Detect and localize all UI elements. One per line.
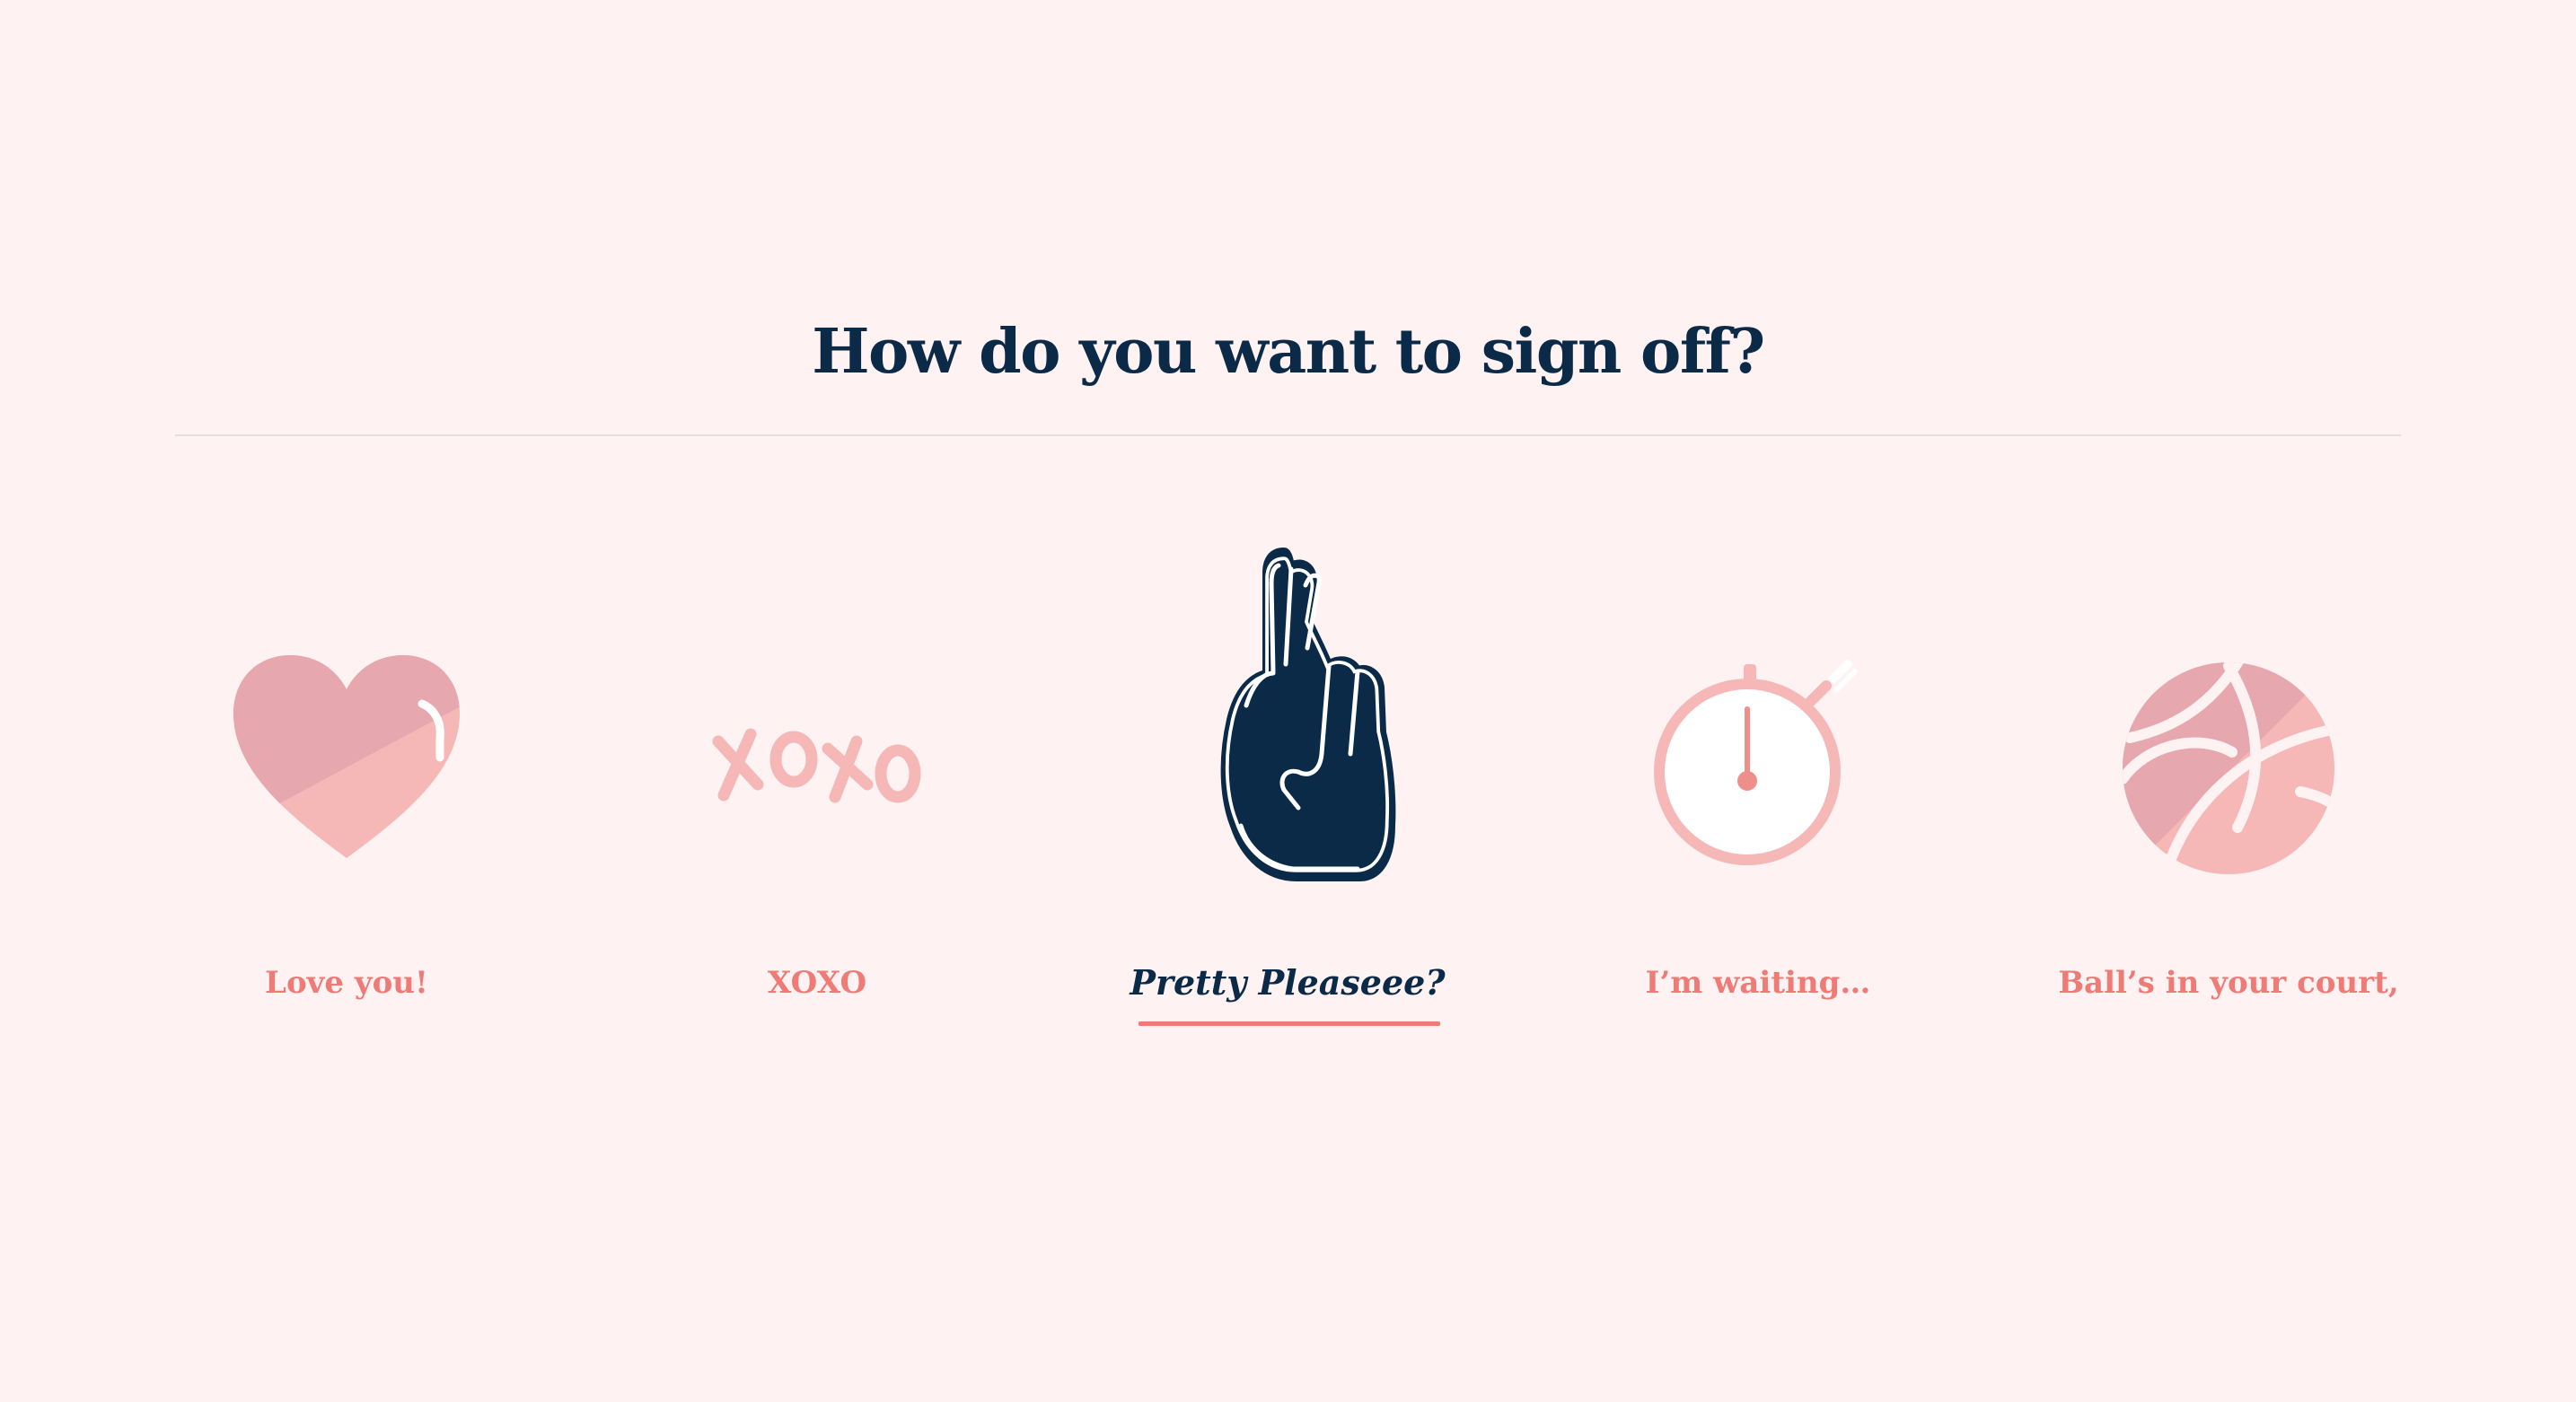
option-pretty-please[interactable]: Pretty Pleaseee? — [1054, 530, 1521, 1059]
option-im-waiting[interactable]: I’m waiting… — [1525, 530, 1991, 1059]
basketball-icon — [1995, 530, 2462, 907]
option-label: Pretty Pleaseee? — [1130, 962, 1446, 1003]
option-love-you[interactable]: Love you! — [113, 530, 580, 1059]
heart-icon — [113, 530, 580, 907]
option-label: XOXO — [767, 965, 867, 1001]
option-label: Ball’s in your court, — [2058, 965, 2399, 1001]
option-label: Love you! — [265, 965, 428, 1001]
selected-underline — [1139, 1021, 1440, 1026]
xoxo-icon — [584, 530, 1051, 907]
crossed-fingers-icon — [1054, 530, 1521, 907]
option-balls-in-your-court[interactable]: Ball’s in your court, — [1995, 530, 2462, 1059]
stopwatch-icon — [1525, 530, 1991, 907]
option-label: I’m waiting… — [1645, 965, 1871, 1001]
title-divider — [175, 434, 2401, 436]
page-title: How do you want to sign off? — [812, 316, 1765, 388]
option-xoxo[interactable]: XOXO — [584, 530, 1051, 1059]
